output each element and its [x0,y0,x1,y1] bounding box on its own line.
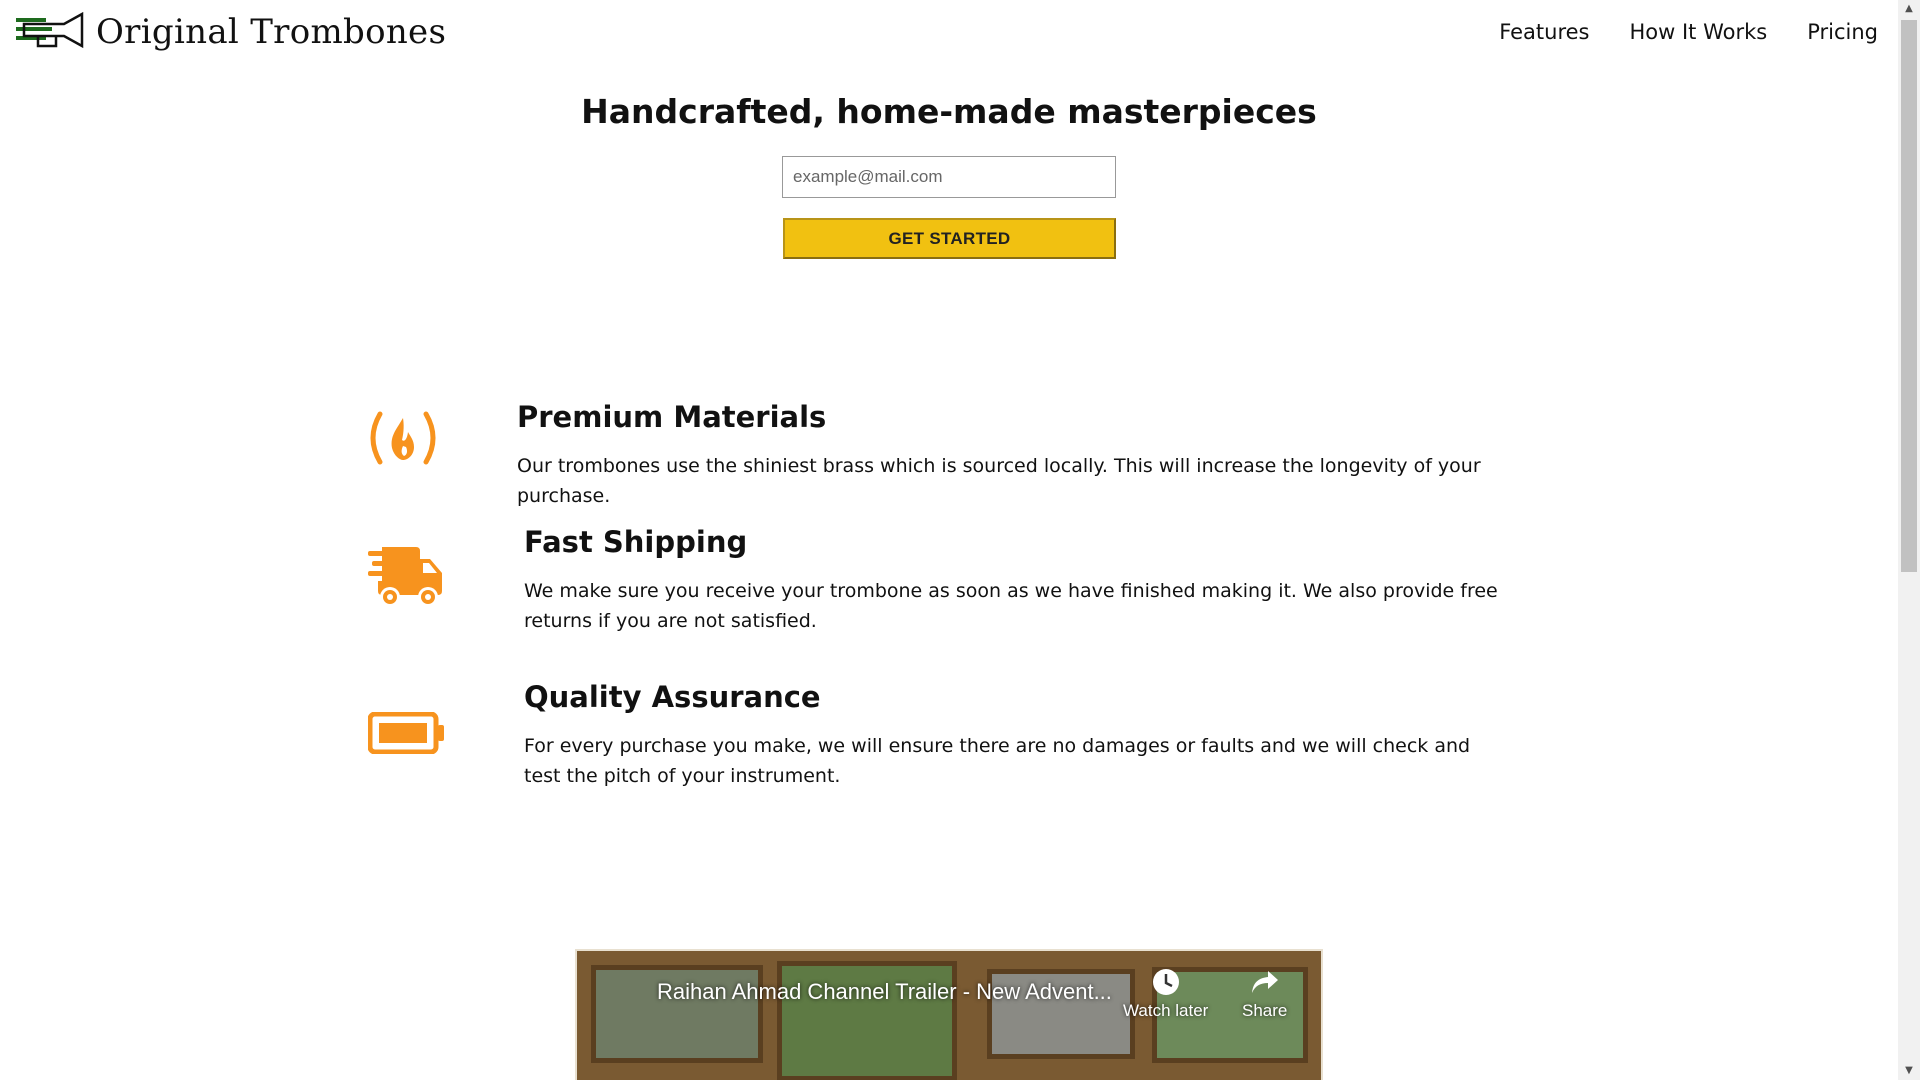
trombone-logo-icon [16,12,84,49]
feature-title: Fast Shipping [524,525,748,559]
scroll-up-arrow-icon[interactable]: ▲ [1898,0,1920,18]
watch-later-label: Watch later [1123,1001,1209,1020]
battery-icon [367,711,446,758]
share-label: Share [1242,1001,1288,1020]
share-button[interactable]: Share [1242,967,1287,1021]
watch-later-button[interactable]: Watch later [1123,967,1208,1021]
site-header: Original Trombones Features How It Works… [0,0,1898,66]
feature-title: Premium Materials [517,400,827,434]
logo[interactable]: Original Trombones [16,10,446,54]
feature-text: We make sure you receive your trombone a… [524,580,1498,632]
feature-text: For every purchase you make, we will ens… [524,735,1471,787]
video-embed[interactable]: Raihan Ahmad Channel Trailer - New Adven… [575,949,1323,1080]
fire-icon [366,410,440,470]
scroll-thumb[interactable] [1901,20,1917,572]
hero-title: Handcrafted, home-made masterpieces [581,92,1317,131]
page-scrollbar[interactable]: ▲ ▼ [1898,0,1920,1080]
nav-link-how-it-works[interactable]: How It Works [1629,20,1767,44]
main-nav: Features How It Works Pricing [1499,20,1878,44]
scroll-down-arrow-icon[interactable]: ▼ [1898,1062,1920,1080]
feature-title: Quality Assurance [524,680,821,714]
nav-link-pricing[interactable]: Pricing [1807,20,1878,44]
nav-link-features[interactable]: Features [1499,20,1589,44]
feature-text: Our trombones use the shiniest brass whi… [517,455,1481,507]
truck-icon [368,545,446,613]
clock-icon [1152,969,1179,995]
share-arrow-icon [1251,971,1278,993]
video-title[interactable]: Raihan Ahmad Channel Trailer - New Adven… [657,979,1112,1005]
email-input[interactable] [782,156,1116,198]
logo-text: Original Trombones [96,12,447,52]
get-started-button[interactable]: GET STARTED [783,218,1116,259]
